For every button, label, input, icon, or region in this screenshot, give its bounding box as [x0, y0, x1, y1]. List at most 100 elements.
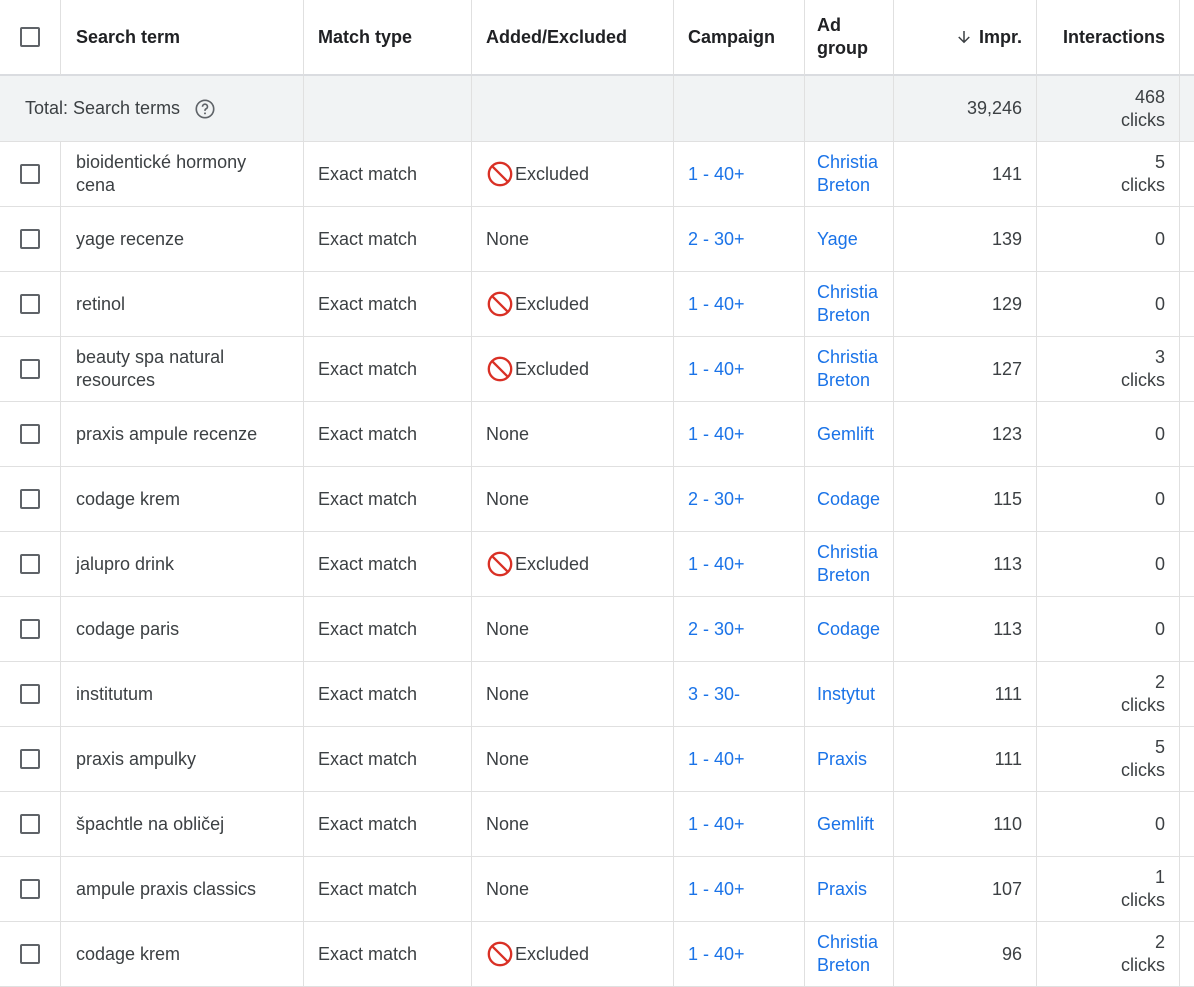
interactions-count: 5	[1154, 152, 1165, 172]
search-term: beauty spa natural resources	[61, 337, 304, 402]
header-impr[interactable]: Impr.	[894, 0, 1037, 76]
row-edge	[1180, 727, 1194, 792]
interactions-count: 5	[1154, 737, 1165, 757]
added-excluded-status: None	[472, 207, 674, 272]
header-campaign[interactable]: Campaign	[674, 0, 805, 76]
interactions-count: 2	[1154, 672, 1165, 692]
ad-group-link[interactable]: Praxis	[817, 748, 867, 771]
interactions: 5 clicks	[1037, 142, 1180, 207]
row-checkbox[interactable]	[20, 294, 40, 314]
ad-group-name-line2: Breton	[817, 305, 871, 325]
interactions-count: 0	[1154, 423, 1165, 444]
ad-group-link-cell: Christia Breton	[805, 532, 894, 597]
impressions: 111	[894, 662, 1037, 727]
total-match-cell	[304, 76, 472, 142]
campaign-link-cell: 2 - 30+	[674, 467, 805, 532]
arrow-down-icon	[955, 28, 973, 46]
ad-group-link[interactable]: Praxis	[817, 878, 867, 901]
row-checkbox[interactable]	[20, 554, 40, 574]
campaign-link[interactable]: 1 - 40+	[688, 813, 745, 836]
row-checkbox-cell	[0, 922, 61, 987]
ad-group-link[interactable]: Gemlift	[817, 423, 874, 446]
ad-group-link[interactable]: Christia Breton	[817, 281, 878, 327]
table-body: bioidentické hormony cena Exact match Ex…	[0, 142, 1194, 987]
header-ad-group-line1: Ad	[817, 15, 841, 35]
added-excluded-status: None	[472, 792, 674, 857]
campaign-link-cell: 2 - 30+	[674, 207, 805, 272]
ad-group-link[interactable]: Christia Breton	[817, 541, 878, 587]
status-label: None	[486, 423, 530, 444]
row-edge	[1180, 597, 1194, 662]
interactions: 0	[1037, 597, 1180, 662]
total-interactions: 468 clicks	[1037, 76, 1180, 142]
total-impr: 39,246	[894, 76, 1037, 142]
campaign-link[interactable]: 3 - 30-	[688, 683, 740, 706]
campaign-link[interactable]: 1 - 40+	[688, 423, 745, 446]
table-row: yage recenze Exact match None 2 - 30+ Ya…	[0, 207, 1194, 272]
match-type: Exact match	[304, 467, 472, 532]
campaign-link[interactable]: 2 - 30+	[688, 618, 745, 641]
table-row: beauty spa natural resources Exact match…	[0, 337, 1194, 402]
row-checkbox[interactable]	[20, 229, 40, 249]
select-all-checkbox[interactable]	[20, 27, 40, 47]
row-checkbox[interactable]	[20, 684, 40, 704]
added-excluded-status: Excluded	[472, 922, 674, 987]
header-added-excluded[interactable]: Added/Excluded	[472, 0, 674, 76]
match-type: Exact match	[304, 272, 472, 337]
total-campaign-cell	[674, 76, 805, 142]
ad-group-name-line1: Christia	[817, 282, 879, 302]
impressions: 96	[894, 922, 1037, 987]
ad-group-link[interactable]: Gemlift	[817, 813, 874, 836]
campaign-link[interactable]: 1 - 40+	[688, 878, 745, 901]
table-row: praxis ampulky Exact match None 1 - 40+ …	[0, 727, 1194, 792]
campaign-link[interactable]: 1 - 40+	[688, 163, 745, 186]
header-search-term[interactable]: Search term	[61, 0, 304, 76]
search-term: institutum	[61, 662, 304, 727]
campaign-link[interactable]: 2 - 30+	[688, 228, 745, 251]
row-checkbox[interactable]	[20, 619, 40, 639]
interactions-count: 0	[1154, 488, 1165, 509]
row-edge	[1180, 272, 1194, 337]
status-label: None	[486, 488, 530, 509]
row-checkbox[interactable]	[20, 879, 40, 899]
campaign-link[interactable]: 1 - 40+	[688, 293, 745, 316]
header-interactions[interactable]: Interactions	[1037, 0, 1180, 76]
ad-group-link[interactable]: Yage	[817, 228, 858, 251]
table-row: institutum Exact match None 3 - 30- Inst…	[0, 662, 1194, 727]
interactions: 5 clicks	[1037, 727, 1180, 792]
excluded-status: Excluded	[486, 940, 589, 968]
campaign-link[interactable]: 1 - 40+	[688, 943, 745, 966]
help-circle-icon[interactable]	[194, 98, 216, 120]
row-checkbox[interactable]	[20, 424, 40, 444]
campaign-link[interactable]: 1 - 40+	[688, 358, 745, 381]
ad-group-name-line1: Praxis	[817, 878, 868, 899]
ad-group-link[interactable]: Instytut	[817, 683, 875, 706]
campaign-link[interactable]: 2 - 30+	[688, 488, 745, 511]
row-checkbox[interactable]	[20, 164, 40, 184]
header-ad-group[interactable]: Ad group	[805, 0, 894, 76]
impressions: 141	[894, 142, 1037, 207]
ad-group-link[interactable]: Christia Breton	[817, 346, 878, 392]
row-checkbox[interactable]	[20, 489, 40, 509]
header-match-type[interactable]: Match type	[304, 0, 472, 76]
table-row: retinol Exact match Excluded 1 - 40+ Chr…	[0, 272, 1194, 337]
row-checkbox[interactable]	[20, 814, 40, 834]
added-excluded-status: None	[472, 597, 674, 662]
impressions: 107	[894, 857, 1037, 922]
added-excluded-status: None	[472, 857, 674, 922]
ad-group-link[interactable]: Codage	[817, 488, 880, 511]
campaign-link[interactable]: 1 - 40+	[688, 553, 745, 576]
ad-group-link[interactable]: Codage	[817, 618, 880, 641]
total-adgroup-cell	[805, 76, 894, 142]
interactions-count: 2	[1154, 932, 1165, 952]
row-edge	[1180, 207, 1194, 272]
ad-group-link[interactable]: Christia Breton	[817, 931, 878, 977]
status-label: Excluded	[515, 163, 590, 184]
row-checkbox[interactable]	[20, 944, 40, 964]
interactions: 0	[1037, 532, 1180, 597]
impressions: 115	[894, 467, 1037, 532]
campaign-link[interactable]: 1 - 40+	[688, 748, 745, 771]
row-checkbox[interactable]	[20, 749, 40, 769]
row-checkbox[interactable]	[20, 359, 40, 379]
ad-group-link[interactable]: Christia Breton	[817, 151, 878, 197]
